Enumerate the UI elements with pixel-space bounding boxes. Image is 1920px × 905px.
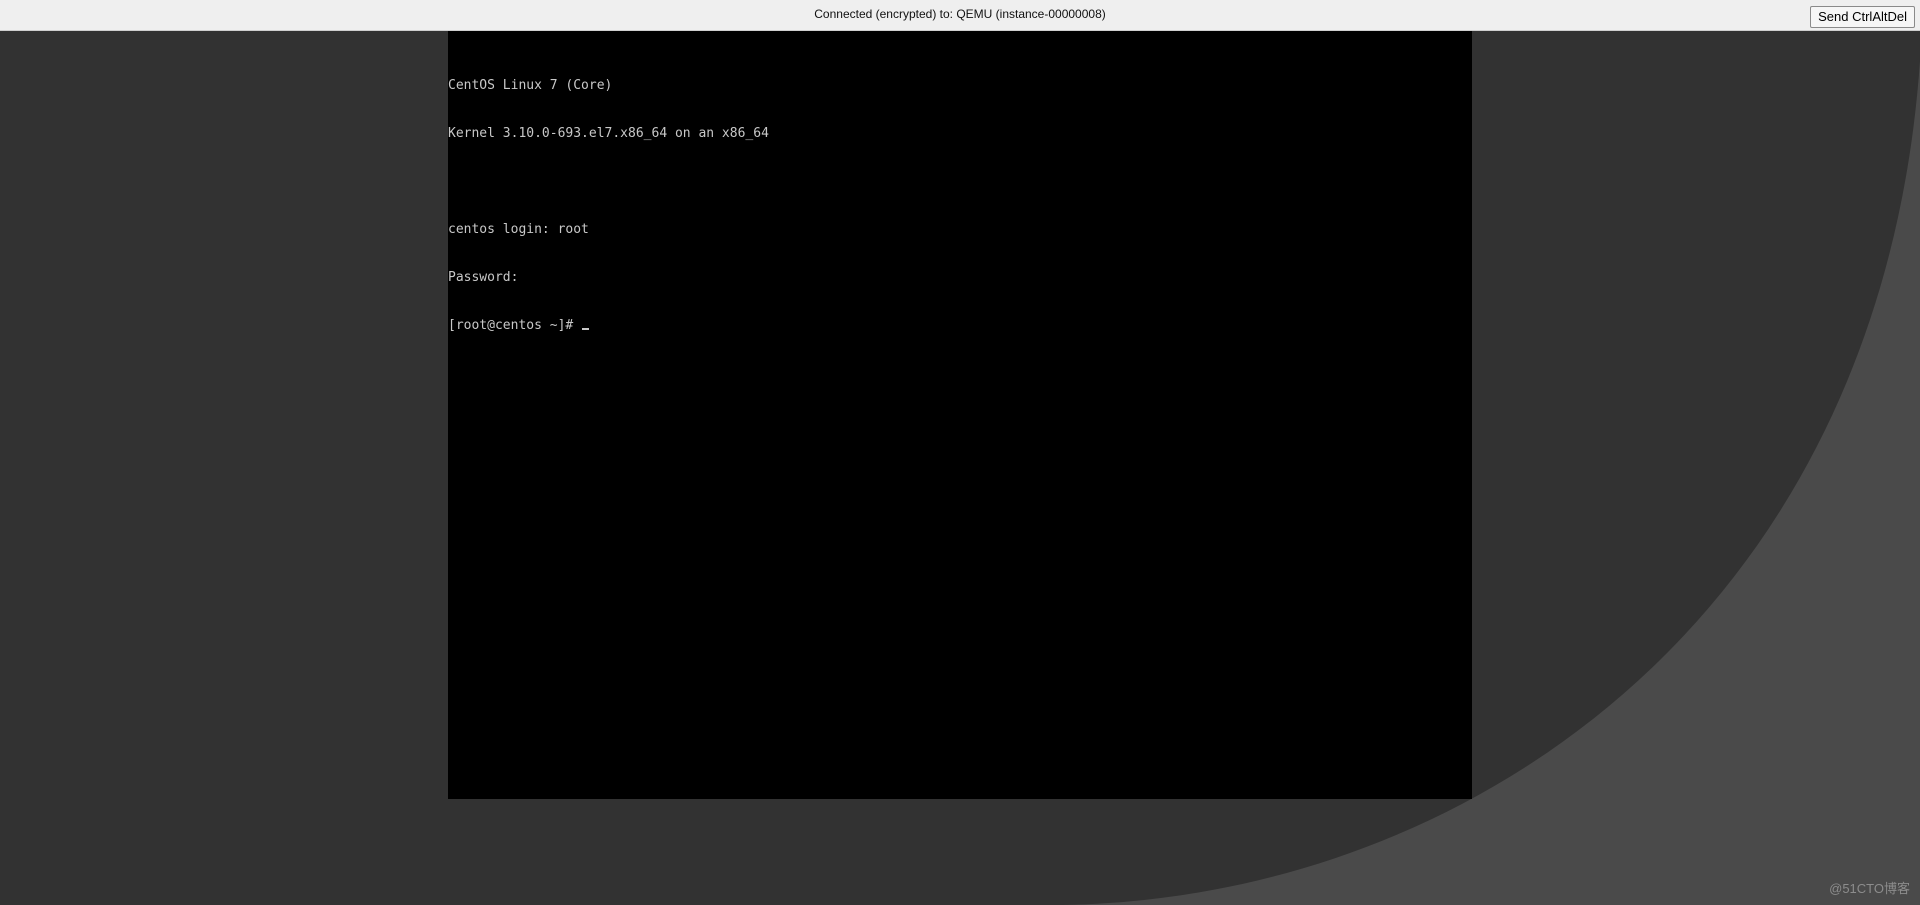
console-line-password: Password: bbox=[448, 270, 519, 285]
console-line-blank bbox=[448, 174, 769, 190]
console-line-os: CentOS Linux 7 (Core) bbox=[448, 78, 613, 93]
shell-prompt: [root@centos ~]# bbox=[448, 318, 582, 333]
console-output: CentOS Linux 7 (Core) Kernel 3.10.0-693.… bbox=[448, 46, 769, 366]
text-cursor bbox=[582, 328, 590, 330]
console-line-login: centos login: root bbox=[448, 222, 589, 237]
vm-console-screen[interactable]: CentOS Linux 7 (Core) Kernel 3.10.0-693.… bbox=[448, 31, 1472, 799]
console-line-prompt: [root@centos ~]# bbox=[448, 318, 769, 334]
console-line-kernel: Kernel 3.10.0-693.el7.x86_64 on an x86_6… bbox=[448, 126, 769, 141]
watermark-text: @51CTO博客 bbox=[1829, 881, 1910, 896]
vnc-status-bar: Connected (encrypted) to: QEMU (instance… bbox=[0, 0, 1920, 31]
connection-status-text: Connected (encrypted) to: QEMU (instance… bbox=[814, 7, 1106, 21]
send-ctrl-alt-del-button[interactable]: Send CtrlAltDel bbox=[1810, 6, 1915, 28]
